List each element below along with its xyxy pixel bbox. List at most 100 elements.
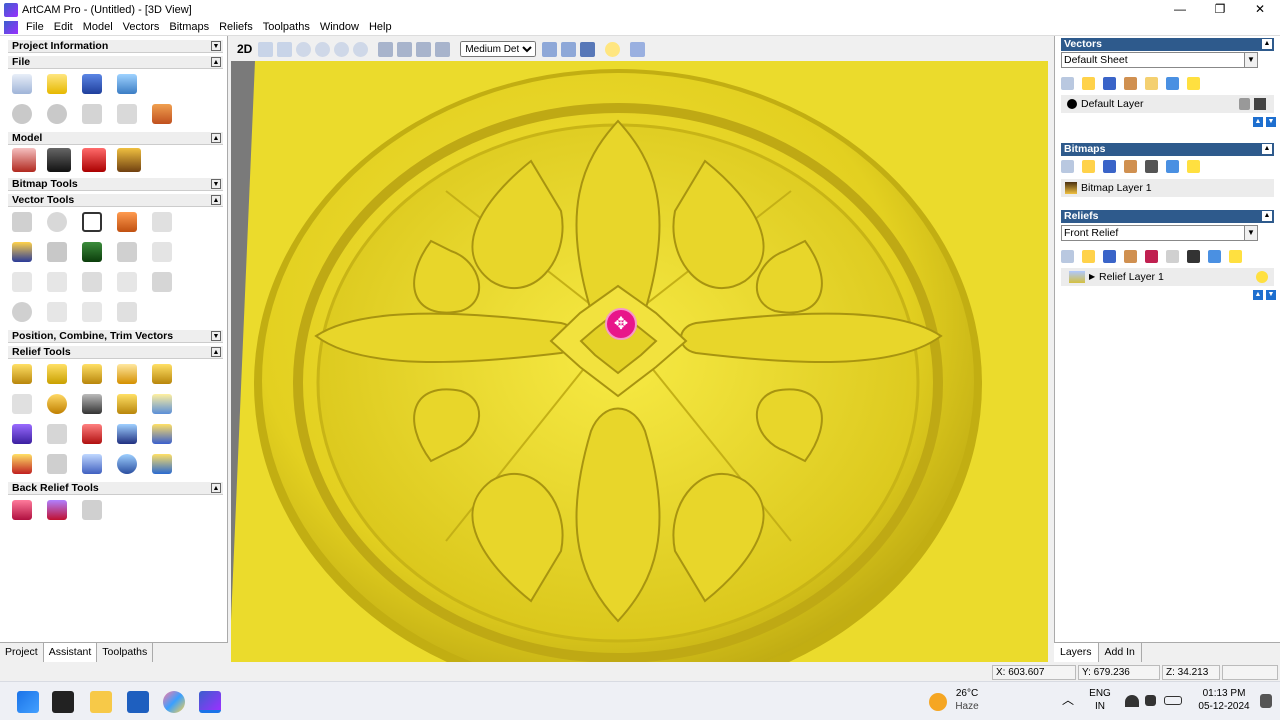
- select-arrow-icon[interactable]: [12, 212, 32, 232]
- copy-bitmap-icon[interactable]: [1124, 159, 1137, 173]
- shape-editor-icon[interactable]: [12, 364, 32, 384]
- menu-model[interactable]: Model: [78, 21, 118, 33]
- menu-toolpaths[interactable]: Toolpaths: [258, 21, 315, 33]
- weather-widget[interactable]: 26°C Haze: [952, 687, 982, 713]
- undo-icon[interactable]: [12, 104, 32, 124]
- copy-layer-icon[interactable]: [1124, 76, 1137, 90]
- relief-3d-icon[interactable]: [82, 454, 102, 474]
- tab-layers[interactable]: Layers: [1054, 643, 1099, 662]
- face-icon[interactable]: [152, 394, 172, 414]
- material-icon[interactable]: [630, 41, 646, 57]
- front-view-icon[interactable]: [397, 41, 413, 57]
- pan-icon[interactable]: [277, 41, 293, 57]
- artcam-taskbar-icon[interactable]: [199, 691, 221, 713]
- expand-icon[interactable]: ▲: [211, 195, 221, 205]
- minimize-button[interactable]: —: [1160, 0, 1200, 19]
- close-button[interactable]: ✕: [1240, 0, 1280, 19]
- axis-icon[interactable]: [580, 41, 596, 57]
- zoom-fit-icon[interactable]: [353, 41, 369, 57]
- two-rail-sweep-icon[interactable]: [152, 364, 172, 384]
- node-tool-icon[interactable]: [152, 242, 172, 262]
- tab-assistant[interactable]: Assistant: [43, 643, 98, 662]
- relief-select[interactable]: Front Relief ▼: [1061, 225, 1258, 241]
- copy-icon[interactable]: [117, 104, 137, 124]
- spin-icon[interactable]: [82, 364, 102, 384]
- copilot-icon[interactable]: [163, 691, 185, 713]
- relief-combine-icon[interactable]: [1145, 249, 1158, 263]
- section-relief-tools[interactable]: Relief Tools ▲: [8, 346, 223, 359]
- top-view-icon[interactable]: [435, 41, 451, 57]
- bitmap-view-icon[interactable]: [1145, 159, 1158, 173]
- new-layer-icon[interactable]: [1061, 76, 1074, 90]
- default-layer-row[interactable]: Default Layer: [1061, 95, 1274, 113]
- line-tool-icon[interactable]: [117, 272, 137, 292]
- volume-icon[interactable]: [1145, 695, 1156, 706]
- shaded-view-icon[interactable]: [542, 41, 558, 57]
- star-tool-icon[interactable]: [117, 302, 137, 322]
- layer-relief-icon[interactable]: [152, 424, 172, 444]
- chevron-down-icon[interactable]: ▼: [1244, 225, 1258, 241]
- grid-tool-icon[interactable]: [47, 242, 67, 262]
- delete-bitmap-icon[interactable]: [1166, 159, 1179, 173]
- star-relief-icon[interactable]: [12, 424, 32, 444]
- menu-file[interactable]: File: [21, 21, 49, 33]
- curve-tool-icon[interactable]: [12, 272, 32, 292]
- zoom-in-icon[interactable]: [296, 41, 312, 57]
- section-position-combine-trim[interactable]: Position, Combine, Trim Vectors ▼: [8, 330, 223, 343]
- pin-icon[interactable]: ▲: [1262, 211, 1272, 221]
- file-explorer-icon[interactable]: [90, 691, 112, 713]
- vector-grid-icon[interactable]: [82, 242, 102, 262]
- light-icon[interactable]: [605, 41, 621, 57]
- new-file-icon[interactable]: [12, 74, 32, 94]
- relief-merge-icon[interactable]: [117, 394, 137, 414]
- back-relief-copy-icon[interactable]: [82, 500, 102, 520]
- tab-project[interactable]: Project: [0, 643, 44, 662]
- chevron-down-icon[interactable]: ▼: [1244, 52, 1258, 68]
- bulb-icon[interactable]: [1256, 271, 1268, 283]
- save-layer-icon[interactable]: [1103, 76, 1116, 90]
- section-bitmap-tools[interactable]: Bitmap Tools ▼: [8, 178, 223, 191]
- relief-paint-icon[interactable]: [152, 454, 172, 474]
- task-view-icon[interactable]: [52, 691, 74, 713]
- move-down-icon[interactable]: ▼: [1266, 117, 1276, 127]
- menu-edit[interactable]: Edit: [49, 21, 78, 33]
- texture-icon[interactable]: [117, 424, 137, 444]
- save-relief-icon[interactable]: [1103, 249, 1116, 263]
- extrude-icon[interactable]: [47, 364, 67, 384]
- relief-bitmap-icon[interactable]: [1187, 249, 1200, 263]
- relief-clipart-icon[interactable]: [47, 454, 67, 474]
- turn-icon[interactable]: [117, 364, 137, 384]
- model-resolution-icon[interactable]: [82, 148, 106, 172]
- paste-layer-icon[interactable]: [1145, 76, 1158, 90]
- store-icon[interactable]: [127, 691, 149, 713]
- maximize-button[interactable]: ❐: [1200, 0, 1240, 19]
- bulb-icon[interactable]: [1187, 159, 1200, 173]
- section-back-relief-tools[interactable]: Back Relief Tools ▲: [8, 482, 223, 495]
- menu-bitmaps[interactable]: Bitmaps: [164, 21, 214, 33]
- bulb-icon[interactable]: [1229, 249, 1242, 263]
- arc-tool-icon[interactable]: [82, 302, 102, 322]
- menu-vectors[interactable]: Vectors: [118, 21, 165, 33]
- 3d-viewport[interactable]: ✥: [231, 61, 1048, 662]
- open-bitmap-icon[interactable]: [1082, 159, 1095, 173]
- wireframe-icon[interactable]: [561, 41, 577, 57]
- collapse-icon[interactable]: ▼: [211, 331, 221, 341]
- move-up-icon[interactable]: ▲: [1253, 117, 1263, 127]
- document-menu-icon[interactable]: [4, 20, 18, 34]
- expand-icon[interactable]: ▲: [211, 347, 221, 357]
- new-bitmap-layer-icon[interactable]: [1061, 159, 1074, 173]
- expand-arrow-icon[interactable]: ▶: [1089, 268, 1095, 286]
- back-relief-merge-icon[interactable]: [47, 500, 67, 520]
- edit-icon[interactable]: [1254, 98, 1266, 110]
- collapse-icon[interactable]: ▼: [211, 41, 221, 51]
- rotate-view-icon[interactable]: [258, 41, 274, 57]
- weave-icon[interactable]: [47, 394, 67, 414]
- wave-tool-icon[interactable]: [47, 272, 67, 292]
- show-hidden-icons-chevron[interactable]: ︿: [1062, 694, 1074, 707]
- open-relief-icon[interactable]: [1082, 249, 1095, 263]
- smooth-icon[interactable]: [12, 394, 32, 414]
- lock-icon[interactable]: [1239, 98, 1250, 110]
- clock[interactable]: 01:13 PM 05-12-2024: [1196, 687, 1252, 713]
- nesting-icon[interactable]: [117, 242, 137, 262]
- relief-layer-row[interactable]: ▶ Relief Layer 1: [1061, 268, 1274, 286]
